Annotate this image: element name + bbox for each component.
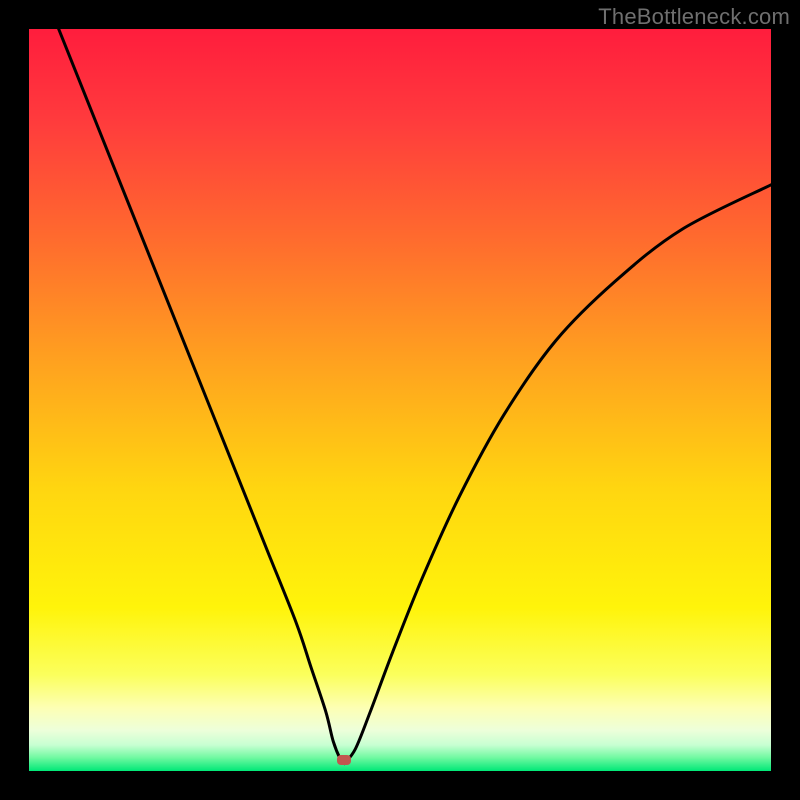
bottleneck-chart — [29, 29, 771, 771]
gradient-background — [29, 29, 771, 771]
watermark-text: TheBottleneck.com — [598, 4, 790, 30]
minimum-marker — [337, 755, 351, 765]
chart-frame — [29, 29, 771, 771]
